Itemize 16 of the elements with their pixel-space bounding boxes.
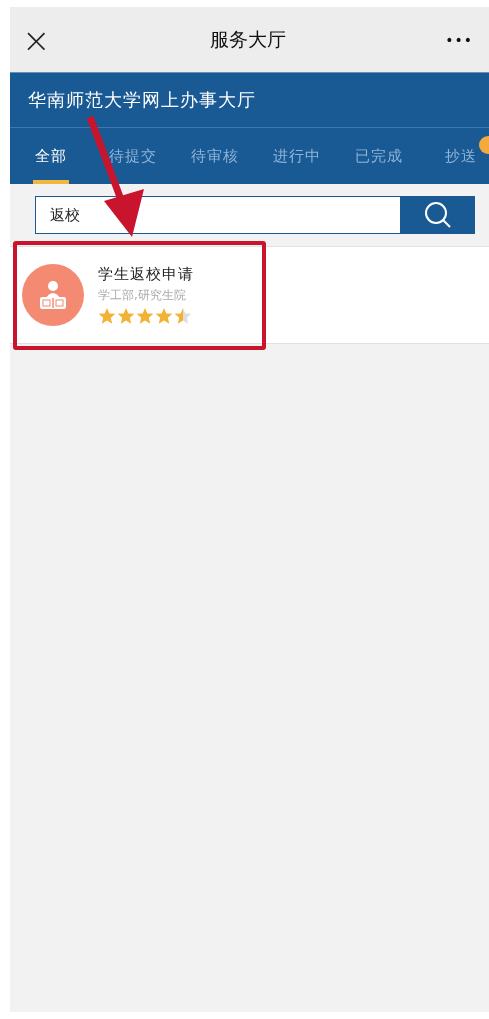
star-icon <box>98 307 116 325</box>
tab[interactable]: 全部 <box>10 128 92 184</box>
site-title: 华南师范大学网上办事大厅 <box>28 88 256 112</box>
search-icon <box>423 200 453 230</box>
service-card[interactable]: 学生返校申请 学工部,研究生院 <box>10 247 489 344</box>
department-text: 学工部,研究生院 <box>98 287 187 304</box>
star-icon <box>117 307 135 325</box>
more-icon[interactable]: ••• <box>445 31 473 48</box>
search-field[interactable]: 返校 <box>35 196 401 234</box>
page-title: 服务大厅 <box>209 26 286 52</box>
close-icon[interactable]: × <box>22 22 51 57</box>
star-icon <box>155 307 173 325</box>
half-star-icon <box>174 307 192 325</box>
search-button[interactable] <box>401 196 475 234</box>
star-icon <box>136 307 154 325</box>
service-title: 学生返校申请 <box>98 265 194 284</box>
